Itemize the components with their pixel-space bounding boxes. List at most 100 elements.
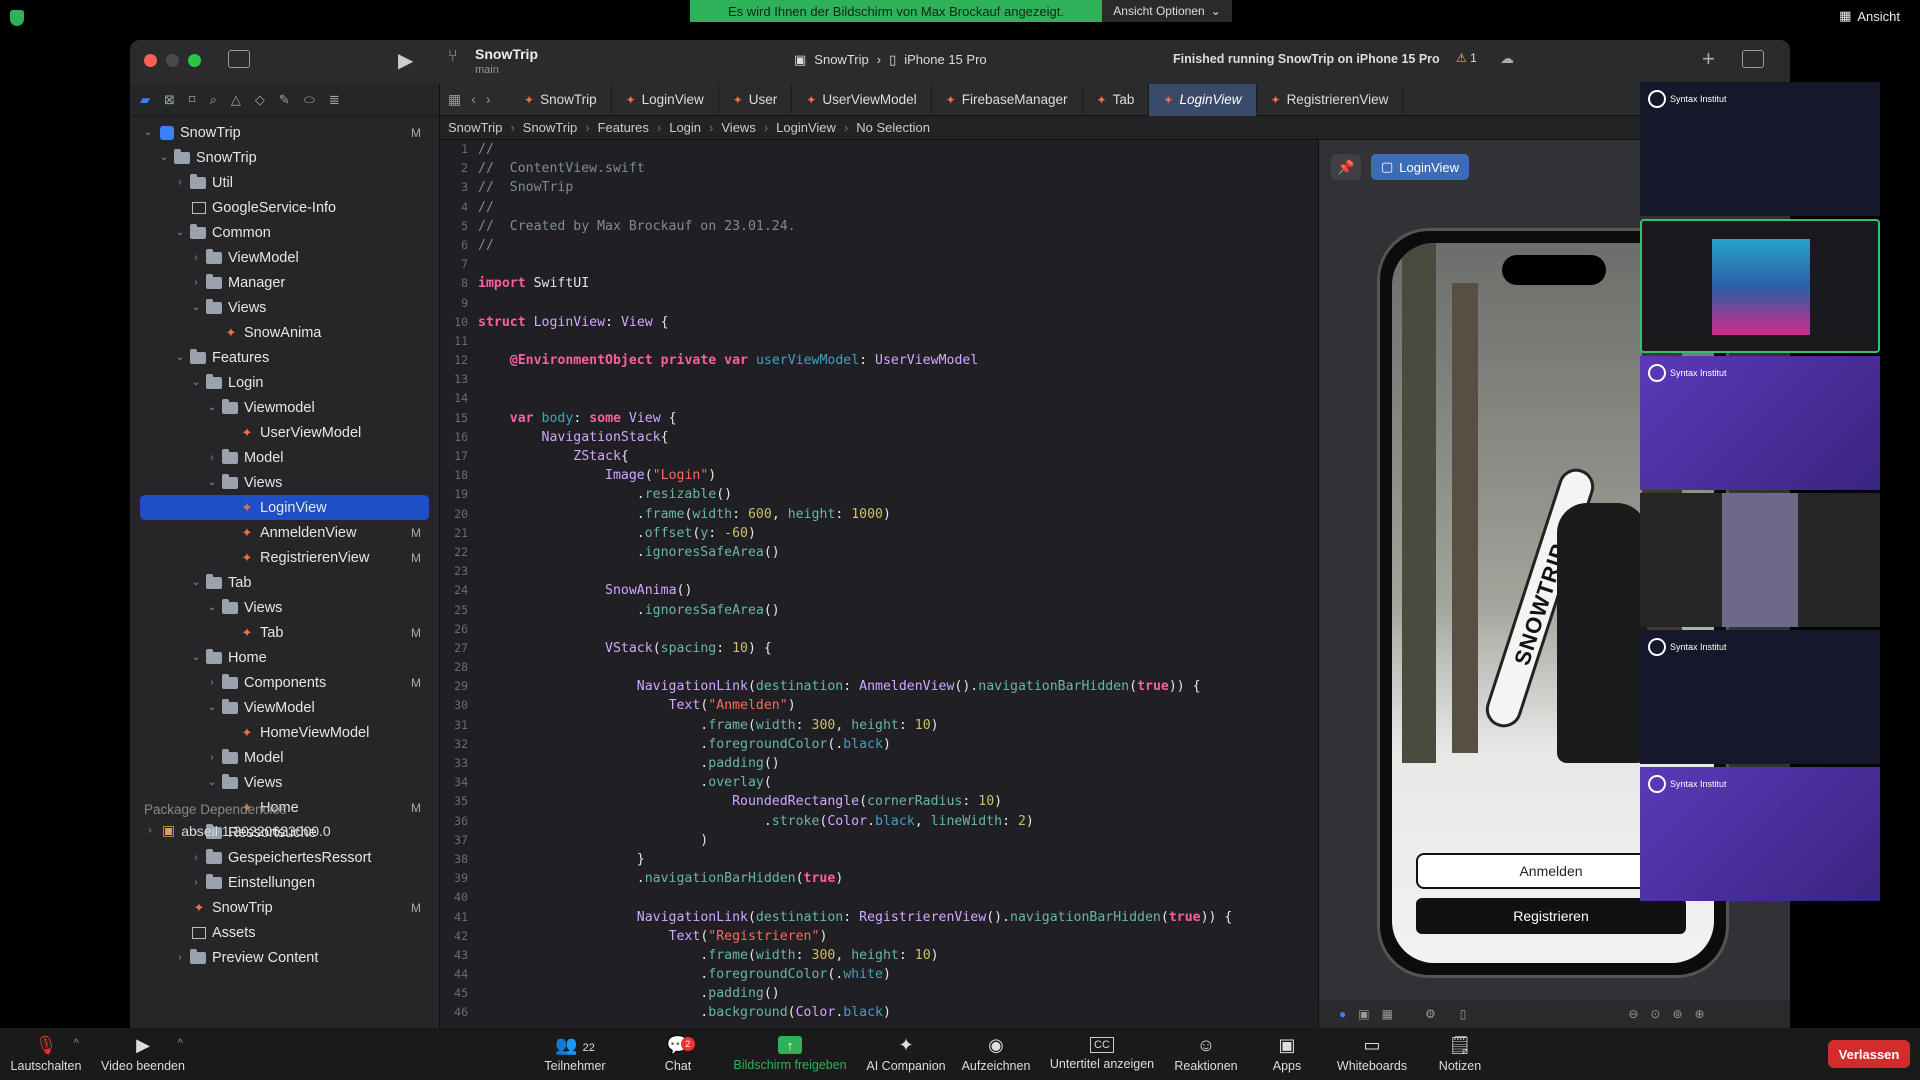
zoom-out-icon[interactable]: ⊖ <box>1628 1007 1638 1021</box>
chevron-down-icon[interactable]: ⌄ <box>206 477 218 488</box>
tree-item[interactable]: ⌄ SnowTrip <box>130 145 439 170</box>
participants-button[interactable]: 👥 22 Teilnehmer <box>540 1028 610 1080</box>
editor-tab[interactable]: ✦ FirebaseManager <box>932 83 1083 116</box>
notes-button[interactable]: 🗒 Notizen <box>1430 1028 1490 1080</box>
test-icon[interactable]: ◇ <box>255 92 265 108</box>
participant-tile[interactable]: Syntax Institut <box>1640 630 1880 764</box>
breadcrumb-item[interactable]: Features <box>598 120 649 135</box>
tree-item[interactable]: › Components M <box>130 670 439 695</box>
mute-button[interactable]: 🎙 Lautschalten <box>10 1028 82 1080</box>
participant-tile[interactable]: Syntax Institut <box>1640 82 1880 216</box>
tree-item[interactable]: ⌄ Views <box>130 770 439 795</box>
search-icon[interactable]: ⌕ <box>210 92 217 108</box>
editor-tab[interactable]: ✦ User <box>719 83 793 116</box>
chevron-down-icon[interactable]: ⌄ <box>206 402 218 413</box>
tree-item[interactable]: › Preview Content <box>130 945 439 970</box>
device-icon[interactable]: ▯ <box>1460 1007 1467 1021</box>
chevron-right-icon[interactable]: › <box>190 277 202 288</box>
inspector-toggle-icon[interactable] <box>1742 50 1764 68</box>
video-button[interactable]: ▶ Video beenden <box>98 1028 188 1080</box>
editor-tab[interactable]: ✦ LoginView <box>1149 83 1257 116</box>
tree-item[interactable]: ⌄ Common <box>130 220 439 245</box>
ai-companion-button[interactable]: ✦ AI Companion <box>862 1028 950 1080</box>
zoom-fit-icon[interactable]: ⊙ <box>1650 1007 1660 1021</box>
tree-item[interactable]: › Model <box>130 445 439 470</box>
chevron-down-icon[interactable]: ⌄ <box>158 152 170 163</box>
chevron-right-icon[interactable]: › <box>190 877 202 888</box>
chevron-down-icon[interactable]: ⌄ <box>206 777 218 788</box>
chevron-right-icon[interactable]: › <box>190 852 202 863</box>
chevron-right-icon[interactable]: › <box>206 452 218 463</box>
tree-item[interactable]: › Util <box>130 170 439 195</box>
breadcrumb-item[interactable]: No Selection <box>856 120 930 135</box>
chevron-down-icon[interactable]: ⌄ <box>206 602 218 613</box>
tree-item[interactable]: › Manager <box>130 270 439 295</box>
grid-icon[interactable]: ▦ <box>448 91 461 108</box>
warning-icon[interactable]: ⚠ 1 <box>1456 51 1477 65</box>
chevron-down-icon[interactable]: ⌄ <box>174 227 186 238</box>
issue-icon[interactable]: △ <box>231 92 241 108</box>
tree-item[interactable]: ⌄ Login <box>130 370 439 395</box>
chevron-down-icon[interactable]: ⌄ <box>190 377 202 388</box>
breadcrumb-item[interactable]: Login <box>669 120 701 135</box>
zoom-window-button[interactable] <box>188 54 201 67</box>
close-window-button[interactable] <box>144 54 157 67</box>
tree-item[interactable]: ⌄ Home <box>130 645 439 670</box>
editor-tab[interactable]: ✦ Tab <box>1083 83 1150 116</box>
tree-item[interactable]: ⌄ Viewmodel <box>130 395 439 420</box>
tree-item[interactable]: ⌄ Views <box>130 295 439 320</box>
chevron-down-icon[interactable]: ⌄ <box>174 352 186 363</box>
chevron-down-icon[interactable]: ⌄ <box>190 652 202 663</box>
code-editor[interactable]: 1//2// ContentView.swift 3// SnowTrip 4//5… <box>440 140 1318 1028</box>
tree-item[interactable]: ✦ AnmeldenView M <box>130 520 439 545</box>
preview-chip[interactable]: ▢ LoginView <box>1371 154 1470 180</box>
tree-item[interactable]: › ViewModel <box>130 245 439 270</box>
tree-item[interactable]: GoogleService-Info <box>130 195 439 220</box>
chevron-right-icon[interactable]: › <box>174 952 186 963</box>
live-icon[interactable]: ● <box>1339 1007 1346 1021</box>
participant-tile[interactable] <box>1640 493 1880 627</box>
tree-item[interactable]: ✦ SnowTrip M <box>130 895 439 920</box>
folder-icon[interactable]: ▰ <box>140 92 150 108</box>
breadcrumb-item[interactable]: SnowTrip <box>523 120 577 135</box>
tree-item[interactable]: ✦ RegistrierenView M <box>130 545 439 570</box>
chevron-up-icon[interactable]: ^ <box>178 1038 183 1049</box>
tree-item[interactable]: ✦ UserViewModel <box>130 420 439 445</box>
editor-tab[interactable]: ✦ UserViewModel <box>792 83 932 116</box>
participant-tile[interactable]: Syntax Institut <box>1640 767 1880 901</box>
apps-button[interactable]: ▣ Apps <box>1262 1028 1312 1080</box>
source-control-icon[interactable]: ⊠ <box>164 92 175 108</box>
tree-item[interactable]: ✦ LoginView <box>140 495 429 520</box>
tree-item[interactable]: ⌄ Tab <box>130 570 439 595</box>
breakpoint-icon[interactable]: ⬭ <box>304 92 315 108</box>
captions-button[interactable]: CC Untertitel anzeigen <box>1046 1028 1158 1080</box>
minimize-window-button[interactable] <box>166 54 179 67</box>
package-item[interactable]: › ▣ abseil 1.20220623000.0 <box>144 822 330 839</box>
chevron-up-icon[interactable]: ^ <box>74 1038 79 1049</box>
chevron-down-icon[interactable]: ⌄ <box>190 577 202 588</box>
chat-button[interactable]: 💬 2 Chat <box>648 1028 708 1080</box>
share-screen-button[interactable]: ↑ Bildschirm freigeben <box>725 1028 855 1080</box>
tree-item[interactable]: › Einstellungen <box>130 870 439 895</box>
reactions-button[interactable]: ☺ Reaktionen <box>1170 1028 1242 1080</box>
sidebar-toggle-icon[interactable] <box>228 50 250 68</box>
tree-item[interactable]: ⌄ Views <box>130 595 439 620</box>
editor-tab[interactable]: ✦ LoginView <box>612 83 719 116</box>
chevron-right-icon[interactable]: › <box>190 252 202 263</box>
tree-item[interactable]: › GespeichertesRessort <box>130 845 439 870</box>
record-button[interactable]: ◉ Aufzeichnen <box>958 1028 1034 1080</box>
register-button[interactable]: Registrieren <box>1416 898 1686 934</box>
tree-item[interactable]: ✦ Tab M <box>130 620 439 645</box>
add-icon[interactable]: + <box>1702 46 1715 72</box>
view-options-button[interactable]: Ansicht Optionen ⌄ <box>1102 0 1232 22</box>
breadcrumb-item[interactable]: Views <box>721 120 755 135</box>
editor-tab[interactable]: ✦ RegistrierenView <box>1257 83 1404 116</box>
chevron-right-icon[interactable]: › <box>174 177 186 188</box>
zoom-in-icon[interactable]: ⊕ <box>1695 1007 1705 1021</box>
tree-item[interactable]: ⌄ ViewModel <box>130 695 439 720</box>
run-icon[interactable]: ▶ <box>398 48 413 73</box>
view-button[interactable]: ▦ Ansicht <box>1839 8 1900 24</box>
back-icon[interactable]: ‹ <box>471 91 476 108</box>
participant-tile[interactable]: Syntax Institut <box>1640 356 1880 490</box>
cloud-icon[interactable]: ☁ <box>1500 50 1514 67</box>
